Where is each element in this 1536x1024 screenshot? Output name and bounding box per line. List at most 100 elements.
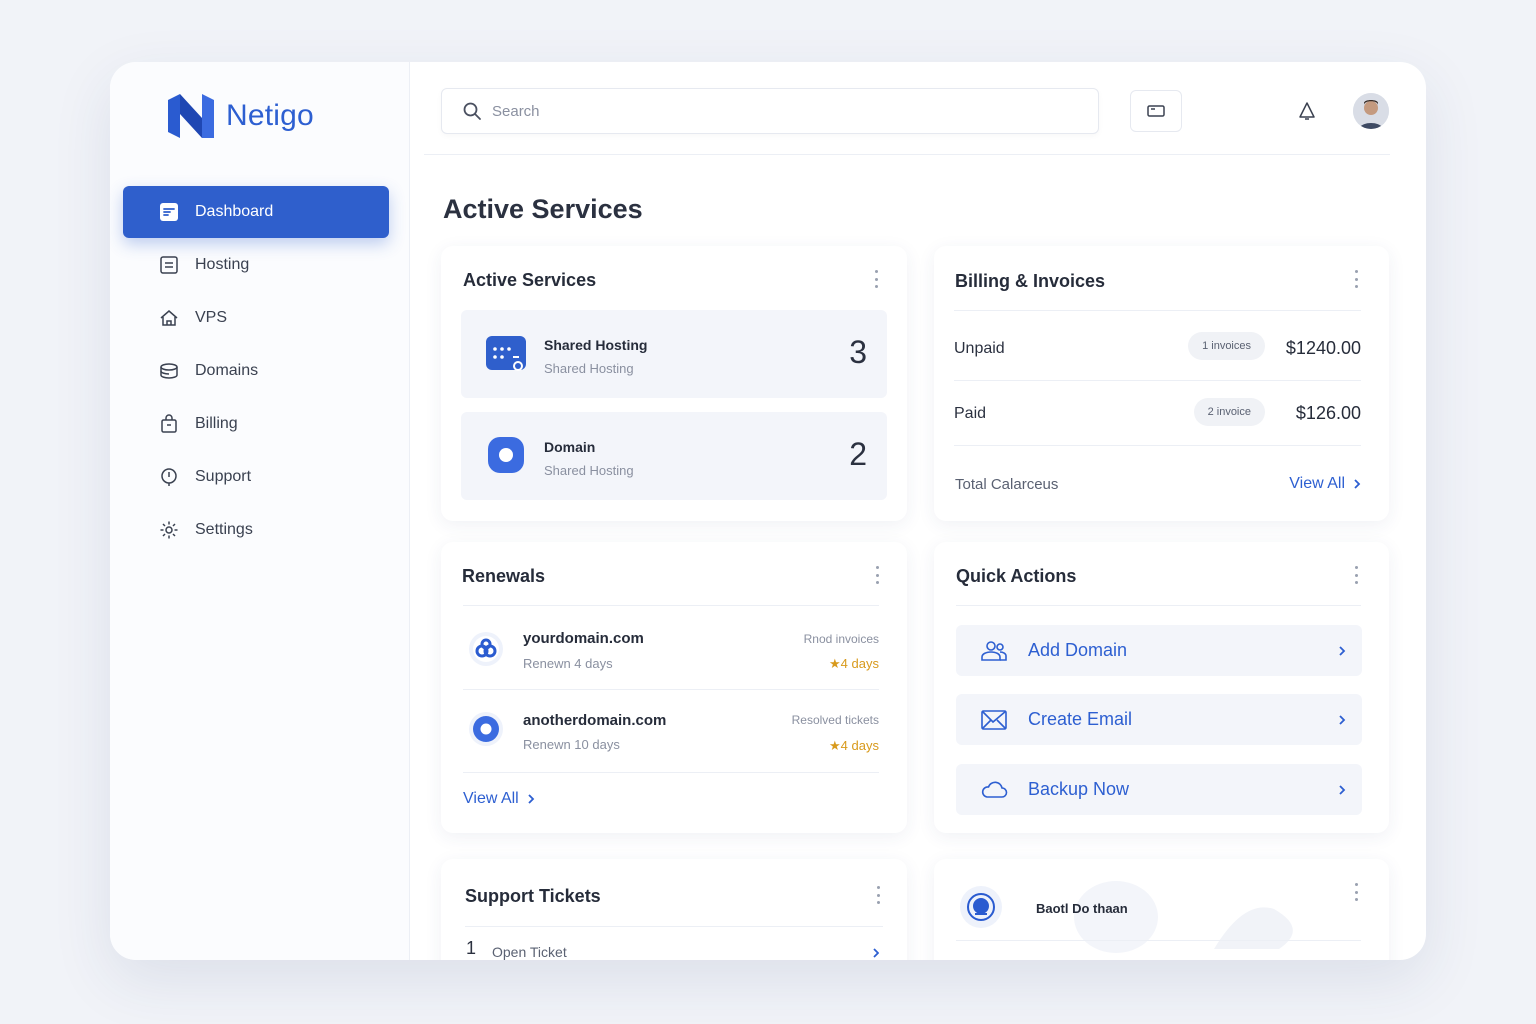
notification-icon[interactable]	[1296, 100, 1318, 122]
sidebar-item-label: Dashboard	[195, 203, 274, 220]
billing-view-all-link[interactable]: View All	[1289, 475, 1361, 493]
service-count: 3	[849, 334, 867, 370]
chevron-right-icon	[528, 794, 535, 804]
more-options-icon[interactable]	[1353, 883, 1359, 901]
renewal-period: Renewn 4 days	[523, 656, 613, 671]
quick-action-label: Backup Now	[1028, 779, 1130, 799]
support-icon	[161, 468, 177, 486]
billing-label: Unpaid	[954, 340, 1005, 357]
extra-card: Baotl Do thaan	[934, 859, 1389, 960]
service-type: Shared Hosting	[544, 463, 634, 478]
avatar[interactable]	[1353, 93, 1389, 129]
sidebar: Netigo Dashboard Hosting VPS Domains Bil…	[110, 62, 410, 960]
backup-now-button[interactable]: Backup Now	[956, 764, 1362, 815]
domain-circle-icon	[473, 716, 499, 742]
email-icon	[981, 709, 1007, 730]
sidebar-item-dashboard[interactable]: Dashboard	[123, 186, 389, 238]
more-options-icon[interactable]	[1353, 270, 1359, 288]
sidebar-item-label: VPS	[195, 309, 228, 326]
domain-icon	[488, 437, 524, 473]
sidebar-item-domains[interactable]: Domains	[123, 345, 389, 397]
billing-row-unpaid[interactable]: Unpaid 1 invoices $1240.00	[954, 310, 1361, 374]
billing-amount: $1240.00	[1285, 338, 1361, 358]
renewal-row[interactable]: anotherdomain.com Renewn 10 days Resolve…	[463, 689, 879, 769]
sidebar-item-hosting[interactable]: Hosting	[123, 239, 389, 291]
renewal-row[interactable]: yourdomain.com Renewn 4 days Rnod invoic…	[463, 605, 879, 685]
ticket-row[interactable]: 1 Open Ticket	[465, 937, 881, 960]
active-services-card: Active Services Shared Hosting Shared Ho…	[441, 246, 907, 521]
renewal-domain: yourdomain.com	[523, 630, 644, 647]
user-avatar-icon	[1353, 93, 1389, 129]
billing-total-row: Total Calarceus View All	[954, 445, 1361, 505]
more-options-icon[interactable]	[875, 886, 881, 904]
sidebar-item-label: Support	[195, 468, 252, 485]
more-options-icon[interactable]	[874, 566, 880, 584]
renewal-status: Rnod invoices	[803, 632, 879, 646]
card-icon	[1147, 105, 1165, 117]
chevron-right-icon	[1339, 784, 1346, 795]
sidebar-nav: Dashboard Hosting VPS Domains Billing Su…	[123, 186, 389, 557]
card-title: Support Tickets	[465, 886, 601, 906]
decorative-shapes	[1074, 881, 1293, 953]
billing-amount: $126.00	[1295, 403, 1361, 423]
card-view-button[interactable]	[1130, 90, 1182, 132]
card-title: Billing & Invoices	[955, 271, 1106, 291]
divider	[956, 940, 1361, 941]
netigo-logo-icon	[168, 94, 214, 138]
chevron-right-icon	[1354, 479, 1361, 489]
support-tickets-card: Support Tickets 1 Open Ticket	[441, 859, 907, 960]
cloud-icon	[981, 781, 1008, 798]
sidebar-item-billing[interactable]: Billing	[123, 398, 389, 450]
users-icon	[981, 640, 1007, 661]
extra-card-label: Baotl Do thaan	[1036, 901, 1128, 916]
service-name: Domain	[544, 439, 596, 455]
ticket-number: 1	[466, 938, 477, 958]
app-name: Netigo	[226, 99, 314, 132]
billing-icon	[161, 414, 177, 433]
renewals-view-all-link[interactable]: View All	[463, 790, 535, 808]
sidebar-item-support[interactable]: Support	[123, 451, 389, 503]
invoice-count-badge: 2 invoice	[1193, 398, 1265, 426]
add-domain-button[interactable]: Add Domain	[956, 625, 1362, 676]
sidebar-item-label: Billing	[195, 415, 238, 432]
service-row[interactable]: Shared Hosting Shared Hosting 3	[461, 310, 887, 398]
billing-label: Paid	[954, 405, 987, 422]
quick-actions-card: Quick Actions Add Domain Create Email Ba…	[934, 542, 1389, 833]
support-avatar-wrap	[960, 886, 1002, 928]
sidebar-item-vps[interactable]: VPS	[123, 292, 389, 344]
ticket-label: Open Ticket	[492, 944, 567, 960]
top-bar	[424, 62, 1390, 155]
more-options-icon[interactable]	[873, 270, 879, 288]
support-agent-icon	[967, 893, 995, 921]
page-title: Active Services	[443, 194, 643, 224]
quick-action-label: Add Domain	[1028, 640, 1128, 660]
billing-row-paid[interactable]: Paid 2 invoice $126.00	[954, 380, 1361, 444]
card-title: Active Services	[463, 270, 597, 290]
renewal-domain: anotherdomain.com	[523, 712, 667, 729]
billing-card: Billing & Invoices Unpaid 1 invoices $12…	[934, 246, 1389, 521]
renewal-status: Resolved tickets	[791, 713, 879, 727]
settings-icon	[160, 521, 178, 539]
domains-icon	[160, 363, 178, 379]
service-type: Shared Hosting	[544, 361, 634, 376]
card-title: Quick Actions	[956, 566, 1077, 586]
chevron-right-icon	[873, 948, 879, 958]
service-count: 2	[849, 436, 867, 472]
more-options-icon[interactable]	[1353, 566, 1359, 584]
sidebar-item-label: Hosting	[195, 256, 250, 273]
service-row[interactable]: Domain Shared Hosting 2	[461, 412, 887, 500]
search-icon	[463, 102, 481, 120]
search-box[interactable]	[441, 88, 1099, 134]
create-email-button[interactable]: Create Email	[956, 694, 1362, 745]
view-all-label: View All	[1289, 475, 1345, 492]
renewal-days: ★4 days	[829, 656, 879, 671]
invoice-count-badge: 1 invoices	[1188, 332, 1265, 360]
link-icon	[473, 636, 499, 662]
view-all-label: View All	[463, 790, 519, 807]
logo[interactable]: Netigo	[166, 92, 314, 140]
renewal-days: ★4 days	[829, 738, 879, 753]
sidebar-item-settings[interactable]: Settings	[123, 504, 389, 556]
total-label: Total Calarceus	[955, 476, 1059, 493]
divider	[956, 605, 1361, 606]
search-input[interactable]	[492, 102, 1052, 120]
